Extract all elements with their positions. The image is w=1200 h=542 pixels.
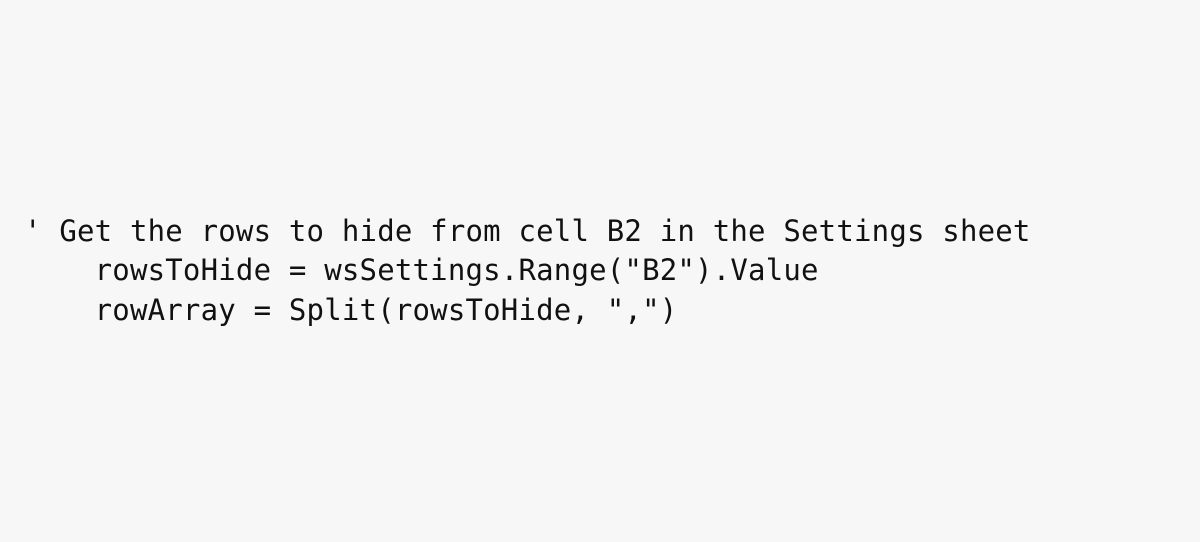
code-block: ' Get the rows to hide from cell B2 in t… (0, 212, 1200, 329)
code-line: rowArray = Split(rowsToHide, ",") (24, 291, 1176, 330)
code-line: rowsToHide = wsSettings.Range("B2").Valu… (24, 251, 1176, 290)
code-line: ' Get the rows to hide from cell B2 in t… (24, 212, 1176, 251)
code-content: ' Get the rows to hide from cell B2 in t… (24, 212, 1176, 329)
